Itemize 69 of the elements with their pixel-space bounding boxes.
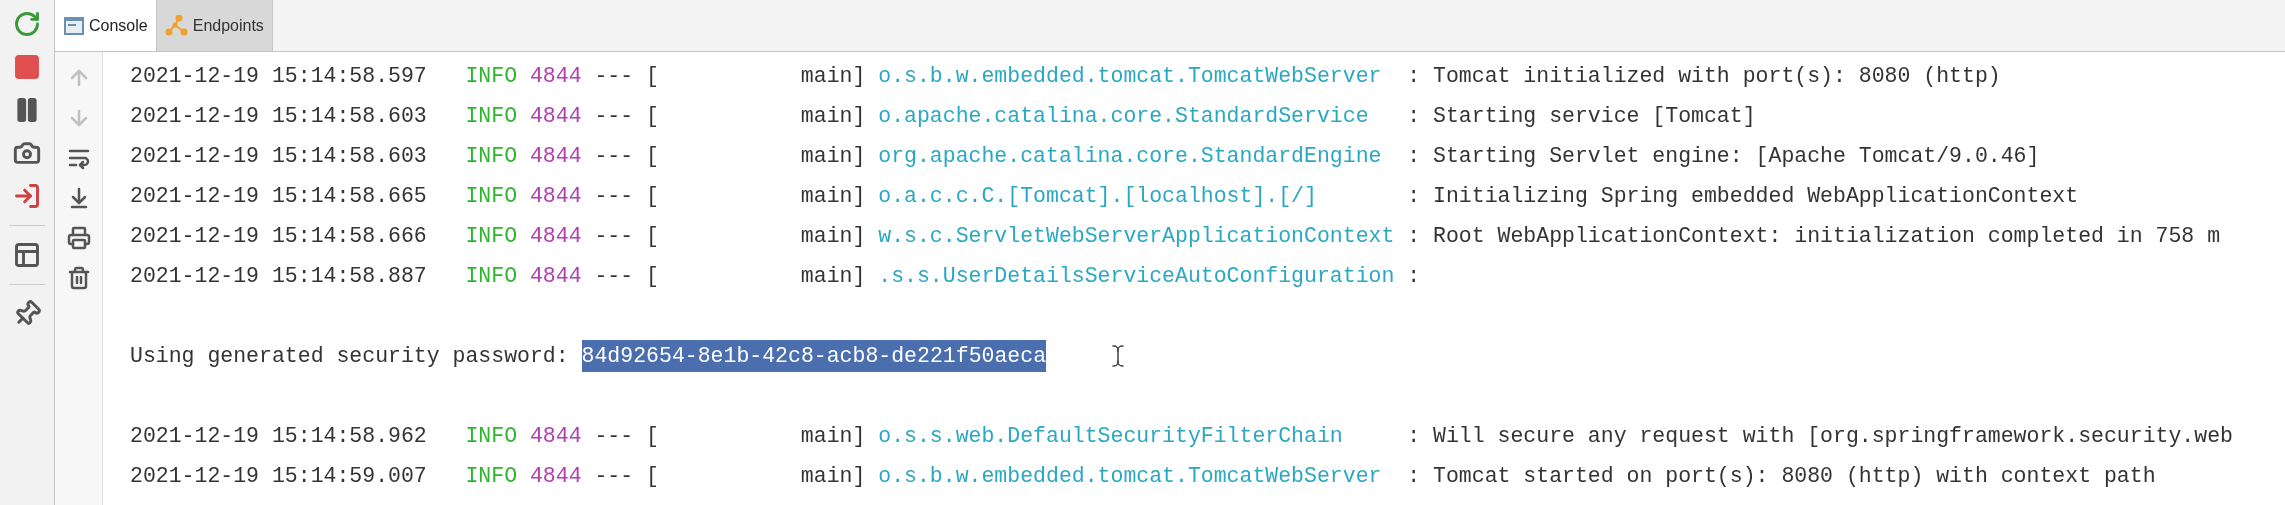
log-separator: --- [	[594, 222, 659, 250]
trash-icon[interactable]	[66, 266, 91, 290]
log-separator: --- [	[594, 262, 659, 290]
log-separator: --- [	[594, 62, 659, 90]
console-icon	[63, 14, 85, 37]
logger-name: o.apache.catalina.core.StandardService	[878, 103, 1369, 128]
process-id: 4844	[529, 142, 582, 170]
log-timestamp: 2021-12-19 15:14:58.666	[130, 222, 428, 250]
log-message: : Will secure any request with [org.springframework.security.web	[1407, 422, 2233, 450]
log-level: INFO	[465, 262, 518, 290]
console-text: Using generated security password:	[130, 342, 569, 370]
log-message: : Tomcat initialized with port(s): 8080 (http)	[1407, 62, 2001, 90]
logger-name: o.s.b.w.embedded.tomcat.TomcatWebServer	[878, 463, 1382, 488]
logger-name: o.a.c.c.C.[Tomcat].[localhost].[/]	[878, 183, 1317, 208]
thread-name: main]	[800, 62, 866, 90]
tab[interactable]: Endpoints	[155, 0, 273, 51]
logger-name: o.s.s.web.DefaultSecurityFilterChain	[878, 423, 1343, 448]
log-separator: --- [	[594, 422, 659, 450]
thread-name: main]	[800, 102, 866, 130]
camera-icon[interactable]	[13, 139, 41, 167]
process-id: 4844	[529, 182, 582, 210]
log-timestamp: 2021-12-19 15:14:58.603	[130, 102, 428, 130]
login-icon[interactable]	[13, 182, 41, 210]
process-id: 4844	[529, 222, 582, 250]
layout-icon[interactable]	[13, 241, 41, 269]
process-id: 4844	[529, 462, 582, 490]
log-message: : Starting service [Tomcat]	[1407, 102, 1756, 130]
log-message: : Starting Servlet engine: [Apache Tomcat/9.0.46]	[1407, 142, 2040, 170]
log-separator: --- [	[594, 182, 659, 210]
rerun-icon[interactable]	[13, 10, 41, 38]
log-timestamp: 2021-12-19 15:14:58.603	[130, 142, 428, 170]
log-separator: --- [	[594, 142, 659, 170]
process-id: 4844	[529, 62, 582, 90]
log-message: : Root WebApplicationContext: initialization completed in 758 m	[1407, 222, 2221, 250]
process-id: 4844	[529, 102, 582, 130]
log-separator: --- [	[594, 102, 659, 130]
log-level: INFO	[465, 462, 518, 490]
log-timestamp: 2021-12-19 15:14:58.665	[130, 182, 428, 210]
tab[interactable]: Console	[55, 0, 156, 51]
log-level: INFO	[465, 222, 518, 250]
logger-name: .s.s.UserDetailsServiceAutoConfiguration	[878, 263, 1395, 288]
thread-name: main]	[800, 422, 866, 450]
stop-icon[interactable]	[13, 53, 41, 81]
log-timestamp: 2021-12-19 15:14:58.962	[130, 422, 428, 450]
logger-name: org.apache.catalina.core.StandardEngine	[878, 143, 1382, 168]
thread-name: main]	[800, 222, 866, 250]
log-message: :	[1407, 262, 1421, 290]
log-level: INFO	[465, 142, 518, 170]
thread-name: main]	[800, 262, 866, 290]
endpoints-icon	[164, 14, 189, 37]
process-id: 4844	[529, 262, 582, 290]
log-separator: --- [	[594, 462, 659, 490]
log-level: INFO	[465, 422, 518, 450]
log-message: : Tomcat started on port(s): 8080 (http) with context path	[1407, 462, 2156, 490]
log-level: INFO	[465, 182, 518, 210]
log-level: INFO	[465, 102, 518, 130]
print-icon[interactable]	[66, 226, 91, 250]
thread-name: main]	[800, 462, 866, 490]
log-timestamp: 2021-12-19 15:14:59.007	[130, 462, 428, 490]
thread-name: main]	[800, 182, 866, 210]
log-timestamp: 2021-12-19 15:14:58.597	[130, 62, 428, 90]
logger-name: w.s.c.ServletWebServerApplicationContext	[878, 223, 1395, 248]
log-message: : Initializing Spring embedded WebApplicationContext	[1407, 182, 2079, 210]
thread-name: main]	[800, 142, 866, 170]
log-level: INFO	[465, 62, 518, 90]
process-id: 4844	[529, 422, 582, 450]
password-value: 84d92654-8e1b-42c8-acb8-de221f50aeca	[581, 339, 1047, 373]
log-timestamp: 2021-12-19 15:14:58.887	[130, 262, 428, 290]
logger-name: o.s.b.w.embedded.tomcat.TomcatWebServer	[878, 63, 1382, 88]
